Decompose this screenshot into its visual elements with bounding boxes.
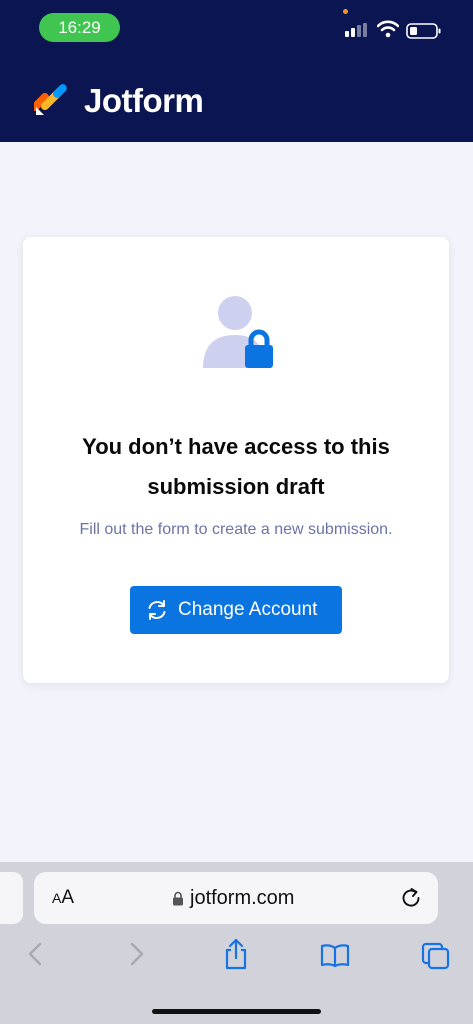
url-text: jotform.com xyxy=(190,887,295,909)
change-account-button[interactable]: Change Account xyxy=(130,586,342,634)
share-icon[interactable] xyxy=(221,938,251,970)
card-title-line1: You don’t have access to this xyxy=(82,434,390,459)
app-header: 16:29 Jotform xyxy=(0,0,473,142)
wifi-icon xyxy=(377,20,399,38)
jotform-logo xyxy=(34,84,67,115)
address-bar[interactable]: AA jotform.com xyxy=(34,872,438,924)
brand-name: Jotform xyxy=(84,82,204,119)
bookmarks-icon[interactable] xyxy=(320,938,350,970)
reload-icon[interactable] xyxy=(400,887,422,909)
card-subtitle: Fill out the form to create a new submis… xyxy=(79,521,393,538)
refresh-icon xyxy=(148,600,166,620)
back-icon[interactable] xyxy=(20,938,50,970)
previous-tab-preview[interactable] xyxy=(0,872,23,924)
home-indicator[interactable] xyxy=(152,1009,321,1014)
tabs-icon[interactable] xyxy=(421,938,451,970)
browser-toolbar: AA jotform.com xyxy=(0,862,473,1024)
status-time: 16:29 xyxy=(39,13,120,42)
signal-icon xyxy=(345,23,367,37)
lock-icon xyxy=(173,891,183,906)
card-title: You don’t have access to this submission… xyxy=(43,427,429,507)
camera-indicator xyxy=(343,9,348,14)
card-title-line2: submission draft xyxy=(147,474,325,499)
change-account-label: Change Account xyxy=(178,599,318,620)
user-lock-icon xyxy=(203,296,273,368)
access-denied-card: You don’t have access to this submission… xyxy=(23,237,449,683)
battery-icon xyxy=(406,23,441,39)
forward-icon[interactable] xyxy=(122,938,152,970)
text-size-button[interactable]: AA xyxy=(52,872,74,924)
